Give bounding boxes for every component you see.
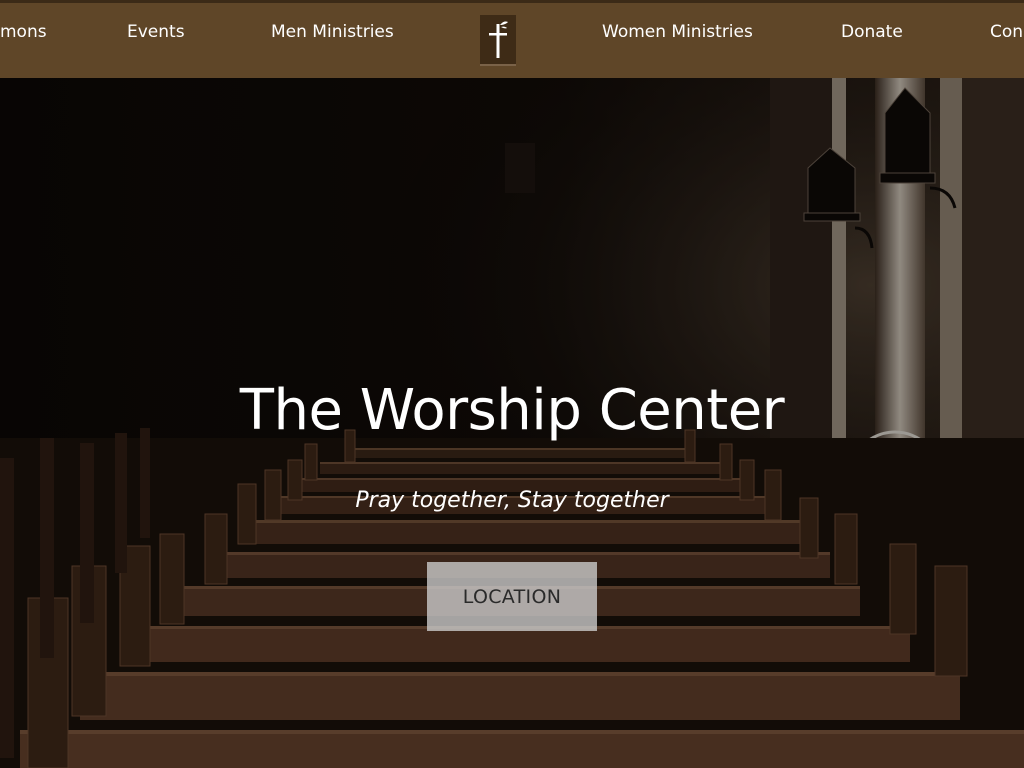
nav-link-events[interactable]: Events xyxy=(127,20,185,44)
page: mons Events Men Ministries Women Ministr… xyxy=(0,0,1024,768)
page-title: The Worship Center xyxy=(239,378,785,443)
cross-logo[interactable] xyxy=(480,15,516,66)
nav-link-women-ministries[interactable]: Women Ministries xyxy=(602,20,753,44)
nav-link-men-ministries[interactable]: Men Ministries xyxy=(271,20,394,44)
nav-link-sermons[interactable]: mons xyxy=(0,20,47,44)
nav-link-contact[interactable]: Con xyxy=(990,20,1023,44)
location-button[interactable]: LOCATION xyxy=(427,562,597,631)
nav-link-donate[interactable]: Donate xyxy=(841,20,903,44)
cross-icon xyxy=(489,21,508,58)
top-navigation-bar: mons Events Men Ministries Women Ministr… xyxy=(0,0,1024,78)
hero-section: The Worship Center Pray together, Stay t… xyxy=(0,78,1024,768)
hero-tagline: Pray together, Stay together xyxy=(355,488,669,513)
